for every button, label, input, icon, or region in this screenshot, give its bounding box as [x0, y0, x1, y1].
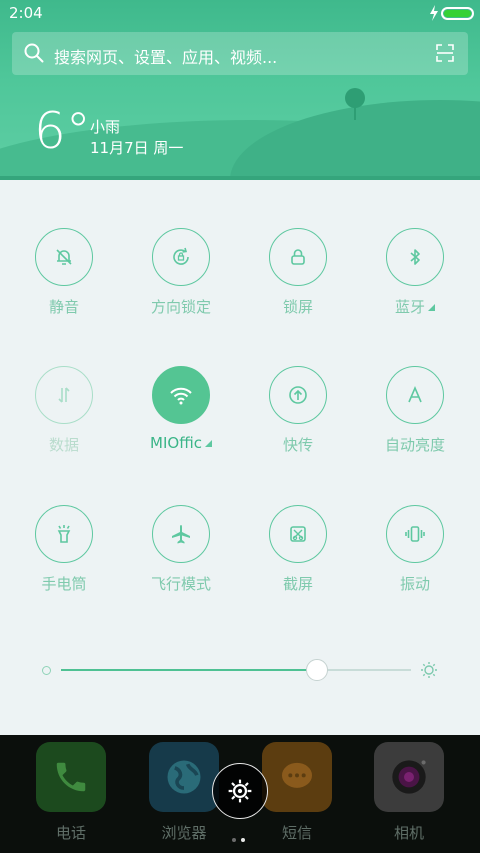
submenu-indicator-icon	[428, 304, 435, 311]
dock-app-browser[interactable]: 浏览器	[148, 742, 220, 843]
phone-icon	[36, 742, 106, 812]
toggle-circle[interactable]	[386, 366, 444, 424]
bluetooth-label: 蓝牙	[394, 298, 425, 316]
flashlight-icon	[57, 525, 71, 543]
weather-condition: 小雨	[90, 118, 121, 136]
toggle-circle[interactable]	[152, 228, 210, 286]
bell-off-icon	[56, 249, 72, 265]
bluetooth-icon	[410, 249, 420, 265]
toggle-label: 截屏	[282, 575, 313, 593]
toggle-circle[interactable]	[269, 228, 327, 286]
search-input[interactable]: 搜索网页、设置、应用、视频...	[54, 44, 277, 68]
toggle-rotation-lock[interactable]: 方向锁定	[126, 228, 236, 338]
toggle-circle[interactable]	[35, 228, 93, 286]
toggle-auto-brightness[interactable]: 自动亮度	[360, 366, 470, 476]
toggle-vibrate[interactable]: 振动	[360, 505, 470, 615]
toggle-flashlight[interactable]: 手电筒	[9, 505, 119, 615]
toggle-data[interactable]: 数据	[9, 366, 119, 476]
toggle-label: 蓝牙	[360, 296, 470, 317]
toggle-label: 静音	[48, 298, 79, 316]
toggle-circle[interactable]	[269, 505, 327, 563]
battery-level	[444, 10, 471, 17]
toggle-wifi[interactable]: MIOffic	[126, 366, 236, 476]
mobile-data-icon	[58, 387, 70, 403]
temperature: 6°	[34, 102, 91, 160]
weather-header: 2:04 搜索网页、设置、应用、视频... 6° 小雨 11月7日 周一	[0, 0, 480, 180]
rotation-lock-icon	[173, 247, 189, 265]
browser-icon	[149, 742, 219, 812]
dock-app-messages[interactable]: 短信	[261, 742, 333, 843]
page-dot	[232, 838, 236, 842]
toggle-airplane[interactable]: 飞行模式	[126, 505, 236, 615]
toggle-circle[interactable]	[386, 505, 444, 563]
brightness-slider-thumb[interactable]	[305, 659, 328, 681]
settings-button[interactable]	[212, 763, 268, 819]
dock-app-phone[interactable]: 电话	[35, 742, 107, 843]
brightness-slider[interactable]	[61, 669, 411, 671]
toggle-label: 快传	[282, 436, 313, 454]
lock-icon	[291, 249, 305, 265]
toggle-label: 手电筒	[41, 575, 87, 593]
toggle-circle[interactable]	[35, 366, 93, 424]
toggle-label: 数据	[48, 436, 79, 454]
toggle-mute[interactable]: 静音	[9, 228, 119, 338]
toggle-label: MIOffic	[126, 434, 236, 452]
page-indicator	[232, 827, 250, 846]
weather-date: 11月7日 周一	[90, 139, 184, 157]
status-time: 2:04	[9, 4, 43, 22]
page-dot-active	[241, 838, 245, 842]
search-icon	[24, 43, 44, 63]
tree-illustration	[345, 88, 365, 108]
toggle-circle[interactable]	[269, 366, 327, 424]
toggle-label: 方向锁定	[150, 298, 211, 316]
brightness-high-icon	[421, 662, 437, 678]
status-bar: 2:04	[0, 0, 480, 26]
wifi-label: MIOffic	[150, 434, 202, 452]
airplane-icon	[172, 525, 190, 544]
vibrate-icon	[405, 526, 425, 542]
app-label: 短信	[281, 824, 312, 842]
toggle-circle[interactable]	[386, 228, 444, 286]
upload-icon	[289, 386, 307, 404]
app-label: 电话	[55, 824, 86, 842]
app-label: 浏览器	[161, 824, 207, 842]
wifi-icon	[170, 387, 192, 405]
toggle-quick-transfer[interactable]: 快传	[243, 366, 353, 476]
message-icon	[262, 742, 332, 812]
scan-icon[interactable]	[436, 44, 454, 62]
auto-brightness-icon	[408, 385, 422, 403]
toggle-label: 振动	[399, 575, 430, 593]
toggle-circle[interactable]	[35, 505, 93, 563]
toggle-circle[interactable]	[152, 366, 210, 424]
tree-trunk	[354, 106, 356, 120]
toggle-screenshot[interactable]: 截屏	[243, 505, 353, 615]
app-label: 相机	[393, 824, 424, 842]
toggle-label: 飞行模式	[150, 575, 211, 593]
brightness-slider-fill	[61, 669, 317, 671]
toggle-bluetooth[interactable]: 蓝牙	[360, 228, 470, 338]
charging-icon	[430, 5, 438, 21]
battery-icon	[441, 7, 474, 20]
toggle-circle[interactable]	[152, 505, 210, 563]
toggle-label: 自动亮度	[384, 436, 445, 454]
toggle-label: 锁屏	[282, 298, 313, 316]
search-bar[interactable]: 搜索网页、设置、应用、视频...	[12, 32, 468, 75]
brightness-low-icon	[42, 666, 51, 675]
submenu-indicator-icon	[204, 440, 212, 447]
dock-app-camera[interactable]: 相机	[373, 742, 445, 843]
camera-icon	[374, 742, 444, 812]
screenshot-icon	[290, 526, 306, 542]
toggle-lock-screen[interactable]: 锁屏	[243, 228, 353, 338]
settings-gear-icon	[228, 779, 252, 803]
